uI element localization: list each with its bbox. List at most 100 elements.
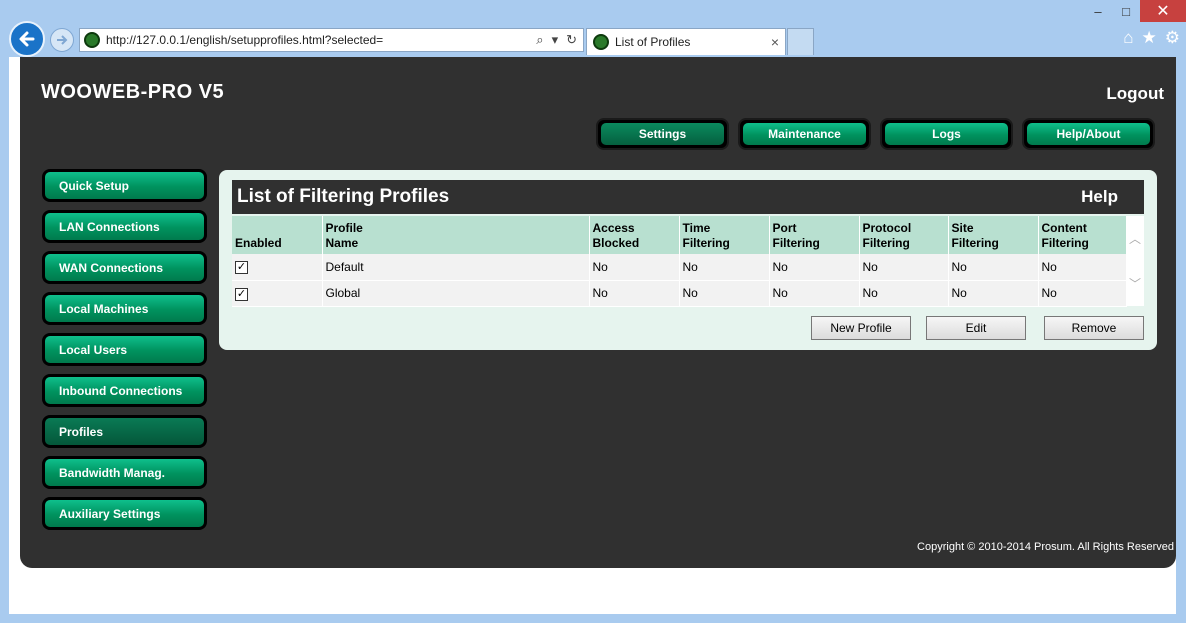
- panel-header: List of Filtering Profiles Help: [232, 180, 1144, 214]
- sidebar-item-label: Auxiliary Settings: [45, 500, 204, 527]
- sidebar-item-label: Local Machines: [45, 295, 204, 322]
- access-cell: No: [589, 280, 680, 307]
- enabled-checkbox[interactable]: ✓: [235, 287, 248, 301]
- app-title: WOOWEB-PRO V5: [41, 81, 225, 103]
- arrow-right-icon: [57, 35, 68, 45]
- table-scrollbar[interactable]: ︿ ﹀: [1126, 216, 1144, 306]
- col-profile-name[interactable]: Profile Name: [322, 216, 590, 254]
- tab-favicon-icon: [593, 34, 609, 50]
- address-bar[interactable]: http://127.0.0.1/english/setupprofiles.h…: [79, 28, 584, 52]
- tab-title: List of Profiles: [615, 35, 691, 49]
- col-port-filtering[interactable]: Port Filtering: [769, 216, 860, 254]
- browser-tools: ⌂ ★ ⚙: [1123, 28, 1180, 48]
- new-profile-button[interactable]: New Profile: [811, 316, 911, 340]
- close-window-button[interactable]: ✕: [1140, 0, 1186, 22]
- nav-settings-label: Settings: [601, 123, 724, 145]
- col-content-filtering[interactable]: Content Filtering: [1038, 216, 1127, 254]
- browser-chrome: – □ ✕ http://127.0.0.1/english/setupprof…: [0, 0, 1186, 57]
- window-frame-right: [1176, 57, 1186, 614]
- nav-logs-label: Logs: [885, 123, 1008, 145]
- nav-help-about-label: Help/About: [1027, 123, 1150, 145]
- site-cell: No: [948, 254, 1039, 281]
- refresh-icon[interactable]: ↻: [566, 32, 577, 48]
- page-viewport: WOOWEB-PRO V5 Logout Settings Maintenanc…: [9, 57, 1176, 614]
- sidebar-item-quick-setup[interactable]: Quick Setup: [42, 169, 207, 202]
- remove-button[interactable]: Remove: [1044, 316, 1144, 340]
- time-cell: No: [679, 280, 770, 307]
- nav-logs[interactable]: Logs: [880, 118, 1013, 150]
- sidebar-item-lan-connections[interactable]: LAN Connections: [42, 210, 207, 243]
- protocol-cell: No: [859, 280, 949, 307]
- sidebar-item-label: Profiles: [45, 418, 204, 445]
- access-cell: No: [589, 254, 680, 281]
- col-protocol-filtering[interactable]: Protocol Filtering: [859, 216, 949, 254]
- enabled-cell: ✓: [232, 280, 323, 307]
- sidebar-item-profiles[interactable]: Profiles: [42, 415, 207, 448]
- forward-button[interactable]: [50, 28, 74, 52]
- profiles-panel: List of Filtering Profiles Help Enabled …: [219, 170, 1157, 350]
- browser-tab-active[interactable]: List of Profiles ×: [586, 28, 786, 55]
- favorites-star-icon[interactable]: ★: [1142, 28, 1157, 48]
- col-access-blocked[interactable]: Access Blocked: [589, 216, 680, 254]
- logout-link[interactable]: Logout: [1106, 84, 1164, 104]
- nav-settings[interactable]: Settings: [596, 118, 729, 150]
- sidebar-item-bandwidth[interactable]: Bandwidth Manag.: [42, 456, 207, 489]
- nav-help-about[interactable]: Help/About: [1022, 118, 1155, 150]
- profiles-table-container: Enabled Profile Name Access Blocked Time Fi…: [232, 216, 1144, 307]
- profiles-table: Enabled Profile Name Access Blocked Time Fi…: [232, 216, 1127, 307]
- nav-maintenance-label: Maintenance: [743, 123, 866, 145]
- tab-close-icon[interactable]: ×: [765, 34, 785, 50]
- new-tab-button[interactable]: [787, 28, 814, 55]
- protocol-cell: No: [859, 254, 949, 281]
- home-icon[interactable]: ⌂: [1123, 28, 1133, 48]
- window-frame-bottom: [0, 614, 1186, 623]
- scroll-down-icon[interactable]: ﹀: [1129, 275, 1141, 292]
- panel-title: List of Filtering Profiles: [237, 186, 450, 207]
- content-cell: No: [1038, 280, 1127, 307]
- port-cell: No: [769, 280, 860, 307]
- search-icon[interactable]: ⌕: [536, 32, 543, 48]
- minimize-button[interactable]: –: [1084, 0, 1112, 22]
- sidebar-item-wan-connections[interactable]: WAN Connections: [42, 251, 207, 284]
- enabled-cell: ✓: [232, 254, 323, 281]
- site-cell: No: [948, 280, 1039, 307]
- sidebar-item-auxiliary-settings[interactable]: Auxiliary Settings: [42, 497, 207, 530]
- sidebar-item-local-users[interactable]: Local Users: [42, 333, 207, 366]
- sidebar-item-label: Inbound Connections: [45, 377, 204, 404]
- time-cell: No: [679, 254, 770, 281]
- back-button[interactable]: [9, 21, 45, 57]
- address-tools: ⌕ ▾ ↻: [536, 32, 583, 48]
- sidebar-item-label: Quick Setup: [45, 172, 204, 199]
- sidebar-item-inbound-connections[interactable]: Inbound Connections: [42, 374, 207, 407]
- enabled-checkbox[interactable]: ✓: [235, 261, 248, 275]
- table-row[interactable]: ✓ Global No No No No No No: [232, 280, 1127, 307]
- sidebar-item-label: LAN Connections: [45, 213, 204, 240]
- arrow-left-icon: [19, 31, 35, 47]
- port-cell: No: [769, 254, 860, 281]
- profile-name-cell: Global: [322, 280, 590, 307]
- sidebar-item-label: WAN Connections: [45, 254, 204, 281]
- scroll-up-icon[interactable]: ︿: [1129, 230, 1141, 247]
- dropdown-icon[interactable]: ▾: [552, 32, 559, 48]
- col-time-filtering[interactable]: Time Filtering: [679, 216, 770, 254]
- window-controls: – □ ✕: [1084, 0, 1186, 22]
- sidebar-item-local-machines[interactable]: Local Machines: [42, 292, 207, 325]
- content-cell: No: [1038, 254, 1127, 281]
- col-site-filtering[interactable]: Site Filtering: [948, 216, 1039, 254]
- window-frame-left: [0, 57, 9, 614]
- nav-maintenance[interactable]: Maintenance: [738, 118, 871, 150]
- site-favicon-icon: [84, 32, 100, 48]
- router-app: WOOWEB-PRO V5 Logout Settings Maintenanc…: [20, 57, 1176, 568]
- sidebar-item-label: Bandwidth Manag.: [45, 459, 204, 486]
- table-header-row: Enabled Profile Name Access Blocked Time Fi…: [232, 216, 1127, 254]
- col-enabled[interactable]: Enabled: [232, 216, 323, 254]
- sidebar-item-label: Local Users: [45, 336, 204, 363]
- address-url[interactable]: http://127.0.0.1/english/setupprofiles.h…: [106, 33, 536, 47]
- edit-button[interactable]: Edit: [926, 316, 1026, 340]
- maximize-button[interactable]: □: [1112, 0, 1140, 22]
- table-row[interactable]: ✓ Default No No No No No No: [232, 254, 1127, 281]
- profile-name-cell: Default: [322, 254, 590, 281]
- settings-gear-icon[interactable]: ⚙: [1165, 28, 1180, 48]
- help-link[interactable]: Help: [1081, 187, 1118, 207]
- copyright-text: Copyright © 2010-2014 Prosum. All Rights…: [917, 541, 1174, 553]
